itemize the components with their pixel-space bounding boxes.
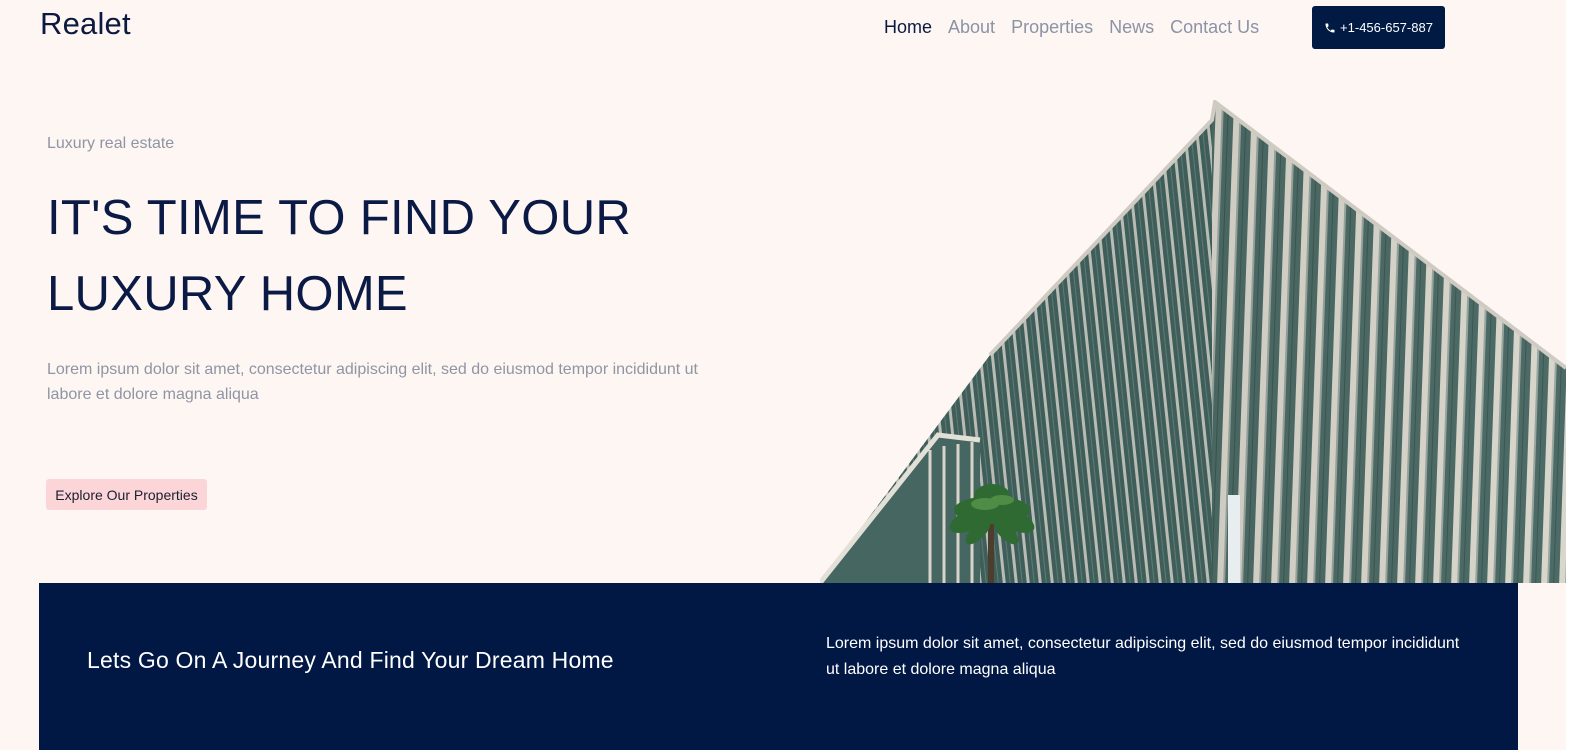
journey-description: Lorem ipsum dolor sit amet, consectetur … xyxy=(826,635,1460,678)
hero-description: Lorem ipsum dolor sit amet, consectetur … xyxy=(47,361,698,403)
journey-banner: Lets Go On A Journey And Find Your Dream… xyxy=(39,583,1518,750)
main-nav: Home About Properties News Contact Us xyxy=(884,17,1259,38)
nav-contact-us[interactable]: Contact Us xyxy=(1170,17,1259,38)
nav-about[interactable]: About xyxy=(948,17,995,38)
nav-properties[interactable]: Properties xyxy=(1011,17,1093,38)
page-edge xyxy=(1566,0,1574,750)
phone-icon xyxy=(1325,23,1335,32)
phone-button[interactable]: +1-456-657-887 xyxy=(1312,6,1445,49)
explore-properties-button[interactable]: Explore Our Properties xyxy=(46,479,207,510)
hero-title: IT'S TIME TO FIND YOUR LUXURY HOME xyxy=(47,191,632,321)
journey-title: Lets Go On A Journey And Find Your Dream… xyxy=(87,647,614,673)
hero-kicker: Luxury real estate xyxy=(47,135,175,152)
logo[interactable]: Realet xyxy=(40,6,131,42)
building-photo xyxy=(820,100,1566,583)
nav-home[interactable]: Home xyxy=(884,17,932,38)
phone-number: +1-456-657-887 xyxy=(1340,20,1433,35)
nav-news[interactable]: News xyxy=(1109,17,1154,38)
